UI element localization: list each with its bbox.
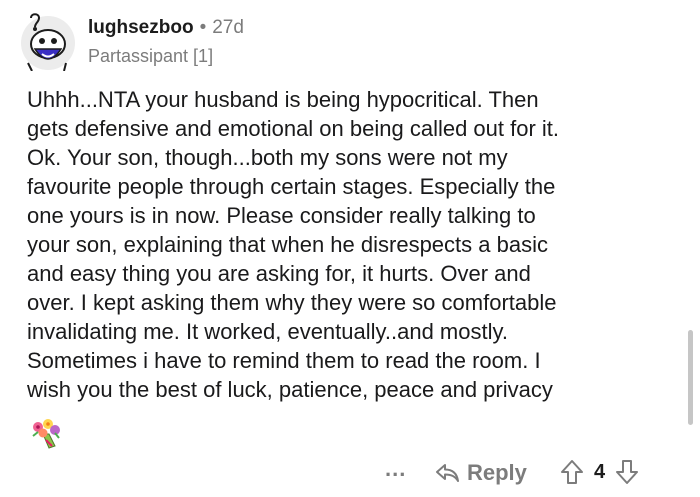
avatar[interactable] — [18, 9, 76, 71]
comment-body-line: favourite people through certain stages.… — [27, 174, 556, 199]
comment-body-line: invalidating me. It worked, eventually..… — [27, 319, 508, 344]
comment-age: 27d — [212, 17, 244, 38]
comment-body-line: your son, explaining that when he disres… — [27, 232, 548, 257]
bouquet-emoji — [32, 419, 60, 449]
comment-body-line: gets defensive and emotional on being ca… — [27, 116, 560, 141]
comment-actions: ... Reply 4 — [0, 456, 700, 490]
reply-label: Reply — [467, 460, 527, 485]
vote-score: 4 — [594, 460, 606, 483]
comment-body-line: Uhhh...NTA your husband is being hypocri… — [27, 87, 539, 112]
separator-dot: • — [199, 17, 207, 38]
comment-body-line: and easy thing you are asking for, it hu… — [27, 261, 531, 286]
comment-body-line: one yours is in now. Please consider rea… — [27, 203, 536, 228]
vote-controls: 4 — [560, 457, 639, 487]
comment-body-line: Sometimes i have to remind them to read … — [27, 348, 541, 373]
comment-body: Uhhh...NTA your husband is being hypocri… — [27, 85, 677, 404]
comment-body-line: Ok. Your son, though...both my sons were… — [27, 145, 508, 170]
username[interactable]: lughsezboo — [88, 17, 194, 38]
scrollbar-thumb[interactable] — [688, 330, 693, 425]
reply-arrow-icon — [436, 464, 459, 482]
comment-body-line: wish you the best of luck, patience, pea… — [27, 377, 553, 402]
downvote-arrow-icon[interactable] — [615, 459, 639, 485]
reply-button[interactable]: Reply — [435, 458, 527, 488]
more-options-button[interactable]: ... — [385, 456, 406, 482]
comment-body-line: over. I kept asking them why they were s… — [27, 290, 557, 315]
user-flair: Partassipant [1] — [88, 46, 214, 66]
upvote-arrow-icon[interactable] — [560, 459, 584, 485]
comment-header: lughsezboo • 27d — [88, 17, 244, 39]
